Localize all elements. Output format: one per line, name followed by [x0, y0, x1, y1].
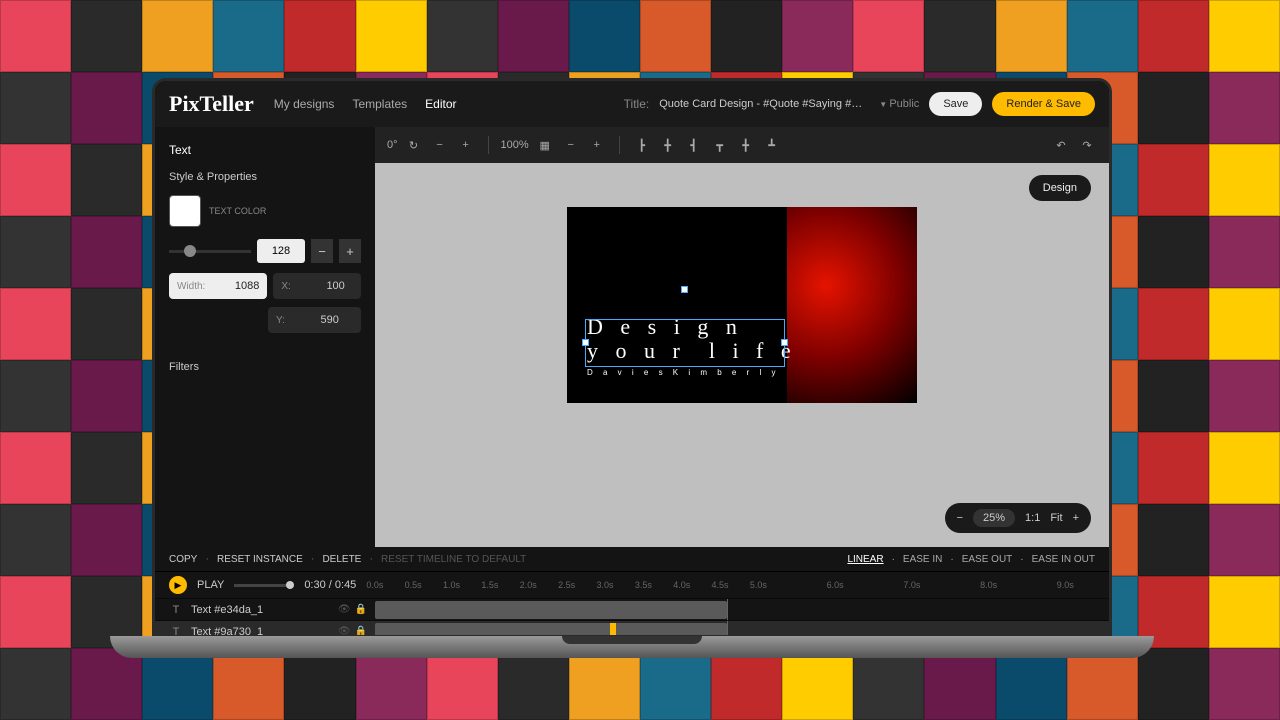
zoom-11[interactable]: 1:1 [1025, 512, 1040, 524]
text-color-label: TEXT COLOR [209, 206, 266, 216]
timeline-reset-default[interactable]: RESET TIMELINE TO DEFAULT [381, 554, 526, 565]
zoom-control: − 25% 1:1 Fit + [945, 503, 1091, 533]
zoom-percent[interactable]: 25% [973, 509, 1015, 527]
canvas-sub-text[interactable]: D a v i e s K i m b e r l y [587, 368, 779, 377]
ease-in-out[interactable]: EASE IN OUT [1032, 554, 1095, 565]
ease-in[interactable]: EASE IN [903, 554, 942, 565]
rot-plus[interactable]: + [456, 135, 476, 155]
opacity-slider[interactable] [169, 250, 251, 253]
layer-type-icon: T [169, 604, 183, 616]
zoom-in-icon[interactable]: + [1073, 512, 1079, 524]
sidebar-style-heading: Style & Properties [155, 165, 375, 189]
timeline-copy[interactable]: COPY [169, 554, 197, 565]
ease-out[interactable]: EASE OUT [962, 554, 1013, 565]
brand-logo: PixTeller [169, 91, 254, 117]
zoom-value[interactable]: 100% [501, 139, 529, 151]
opacity-minus[interactable]: − [311, 239, 333, 263]
width-label: Width: [169, 281, 213, 292]
y-label: Y: [268, 315, 293, 326]
sidebar-filters-heading[interactable]: Filters [155, 355, 375, 379]
nav-templates[interactable]: Templates [352, 97, 407, 111]
align-center-h-icon[interactable]: ╋ [658, 135, 678, 155]
zoom-fit[interactable]: Fit [1050, 512, 1062, 524]
zoom-out-icon[interactable]: − [957, 512, 963, 524]
timeline-ruler[interactable]: 0.0s0.5s1.0s1.5s2.0s2.5s3.0s3.5s4.0s4.5s… [366, 580, 1095, 590]
play-label: PLAY [197, 579, 224, 591]
opacity-plus[interactable]: + [339, 239, 361, 263]
zoom-minus[interactable]: − [561, 135, 581, 155]
y-input[interactable] [293, 314, 347, 326]
save-button[interactable]: Save [929, 92, 982, 116]
undo-icon[interactable]: ↶ [1051, 135, 1071, 155]
timeline-layer-row[interactable]: T Text #e34da_1 👁 🔒 [155, 598, 1109, 620]
design-canvas[interactable]: D e s i g n y o u r l i f e D a v i e s … [567, 207, 917, 403]
time-display: 0:30 / 0:45 [304, 579, 356, 591]
canvas-viewport[interactable]: Design D e s i g n y o u r l i f e D a v… [375, 163, 1109, 547]
timeline-delete[interactable]: DELETE [322, 554, 361, 565]
canvas-portrait [787, 207, 917, 403]
align-bottom-icon[interactable]: ┻ [762, 135, 782, 155]
align-center-v-icon[interactable]: ╋ [736, 135, 756, 155]
transparency-icon[interactable]: ▦ [535, 135, 555, 155]
align-left-icon[interactable]: ┣ [632, 135, 652, 155]
layer-name: Text #e34da_1 [191, 604, 263, 616]
laptop-base [110, 636, 1154, 658]
design-tag[interactable]: Design [1029, 175, 1091, 201]
canvas-main-text[interactable]: D e s i g n y o u r l i f e [587, 315, 797, 363]
timeline-reset-instance[interactable]: RESET INSTANCE [217, 554, 303, 565]
rot-minus[interactable]: − [430, 135, 450, 155]
timeline-panel: COPY· RESET INSTANCE· DELETE· RESET TIME… [155, 547, 1109, 638]
redo-icon[interactable]: ↷ [1077, 135, 1097, 155]
title-label: Title: [624, 97, 650, 111]
scrub-slider[interactable] [234, 584, 294, 587]
x-input[interactable] [299, 280, 353, 292]
opacity-input[interactable] [257, 239, 305, 263]
top-bar: PixTeller My designs Templates Editor Ti… [155, 81, 1109, 127]
properties-sidebar: Text Style & Properties TEXT COLOR − + W… [155, 127, 375, 547]
width-input[interactable] [213, 280, 267, 292]
canvas-toolbar: 0° ↻ − + 100% ▦ − + ┣ ╋ ┫ ┳ ╋ ┻ ↶ ↷ [375, 127, 1109, 163]
ease-linear[interactable]: LINEAR [847, 554, 883, 565]
render-save-button[interactable]: Render & Save [992, 92, 1095, 116]
align-right-icon[interactable]: ┫ [684, 135, 704, 155]
zoom-plus[interactable]: + [587, 135, 607, 155]
x-label: X: [273, 281, 298, 292]
visibility-dropdown[interactable]: Public [879, 98, 919, 110]
sidebar-text-heading[interactable]: Text [155, 135, 375, 165]
nav-editor[interactable]: Editor [425, 97, 456, 111]
play-button[interactable]: ▶ [169, 576, 187, 594]
lock-icon[interactable]: 🔒 [355, 604, 367, 615]
rotate-icon[interactable]: ↻ [404, 135, 424, 155]
rotation-value[interactable]: 0° [387, 139, 398, 151]
visibility-icon[interactable]: 👁 [338, 604, 351, 615]
text-color-swatch[interactable] [169, 195, 201, 227]
title-input[interactable] [659, 98, 869, 110]
nav-my-designs[interactable]: My designs [274, 97, 335, 111]
laptop-screen: PixTeller My designs Templates Editor Ti… [152, 78, 1112, 638]
align-top-icon[interactable]: ┳ [710, 135, 730, 155]
